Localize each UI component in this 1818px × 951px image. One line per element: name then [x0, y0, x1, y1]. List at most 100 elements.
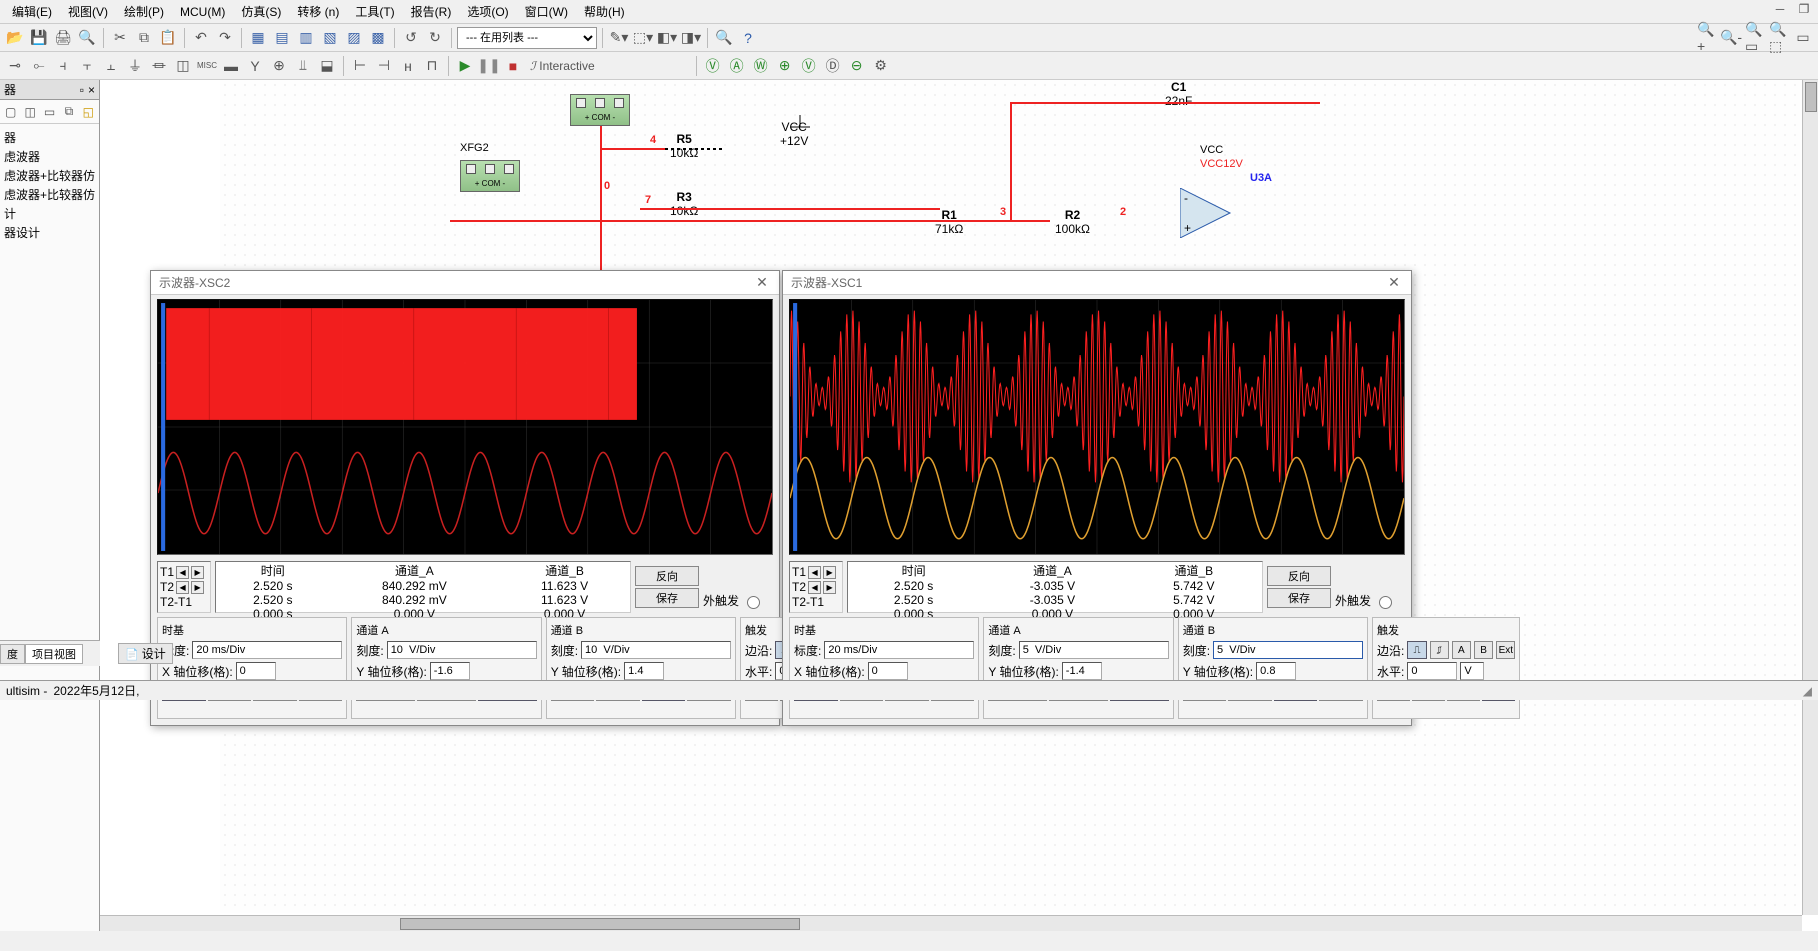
fullscreen-icon[interactable]: ▭: [1792, 27, 1814, 49]
comp12-icon[interactable]: ⊕: [268, 55, 290, 77]
probe-d-icon[interactable]: Ⓓ: [822, 55, 844, 77]
probe-ref-icon[interactable]: ⊖: [846, 55, 868, 77]
tree-btn5-icon[interactable]: ◱: [80, 103, 97, 121]
instrument-xfg2[interactable]: + COM -: [460, 160, 520, 192]
grid2-icon[interactable]: ▤: [271, 27, 293, 49]
panel-close-icon[interactable]: ×: [88, 83, 95, 97]
bus2-icon[interactable]: ⊣: [373, 55, 395, 77]
scope1-cha-scale[interactable]: [1019, 641, 1169, 659]
bus4-icon[interactable]: ⊓: [421, 55, 443, 77]
in-use-list-combo[interactable]: --- 在用列表 ---: [457, 27, 597, 49]
tab-design[interactable]: 📄 设计: [118, 643, 173, 664]
rotate-right-icon[interactable]: ↻: [424, 27, 446, 49]
scope2-chb-ypos[interactable]: [624, 662, 664, 680]
probe3-icon[interactable]: ◧▾: [656, 27, 678, 49]
pause-icon[interactable]: ❚❚: [478, 55, 500, 77]
scope1-ext-radio[interactable]: [1379, 596, 1392, 609]
scope2-save-button[interactable]: 保存: [635, 588, 699, 608]
comp3-icon[interactable]: ⫞: [52, 55, 74, 77]
scope1-save-button[interactable]: 保存: [1267, 588, 1331, 608]
undo-icon[interactable]: ↶: [190, 27, 212, 49]
design-tree[interactable]: 器 虑波器 虑波器+比较器仿真 虑波器+比较器仿 计 器设计: [0, 124, 99, 246]
restore-icon[interactable]: ❐: [1794, 0, 1814, 18]
tree-item[interactable]: 计: [4, 204, 95, 223]
oscilloscope-xsc2-window[interactable]: 示波器-XSC2 ✕ T1◀▶ T2◀▶ T2-T1 时间: [150, 270, 780, 726]
scope2-close-icon[interactable]: ✕: [753, 274, 771, 292]
menu-window[interactable]: 窗口(W): [517, 1, 576, 22]
t2-left-icon[interactable]: ◀: [808, 581, 821, 594]
scope2-cha-ypos[interactable]: [430, 662, 470, 680]
panel-undock-icon[interactable]: ▫: [80, 83, 84, 97]
scope1-edge-fall-icon[interactable]: ⎎: [1430, 641, 1449, 659]
comp6-icon[interactable]: ⏚: [124, 55, 146, 77]
menu-simulate[interactable]: 仿真(S): [233, 1, 289, 22]
cut-icon[interactable]: ✂: [109, 27, 131, 49]
tree-item[interactable]: 虑波器+比较器仿: [4, 185, 95, 204]
probe-a-icon[interactable]: Ⓐ: [726, 55, 748, 77]
comp5-icon[interactable]: ⫠: [100, 55, 122, 77]
probe1-icon[interactable]: ✎▾: [608, 27, 630, 49]
menu-options[interactable]: 选项(O): [459, 1, 516, 22]
t2-right-icon[interactable]: ▶: [191, 581, 204, 594]
tree-item[interactable]: 虑波器: [4, 147, 95, 166]
stop-icon[interactable]: ■: [502, 55, 524, 77]
menu-place[interactable]: 绘制(P): [116, 1, 172, 22]
save-icon[interactable]: 💾: [28, 27, 50, 49]
status-resize-icon[interactable]: ◢: [1803, 684, 1812, 698]
scope2-timebase-scale[interactable]: [192, 641, 342, 659]
menu-help[interactable]: 帮助(H): [576, 1, 633, 22]
scope1-reverse-button[interactable]: 反向: [1267, 566, 1331, 586]
probe2-icon[interactable]: ⬚▾: [632, 27, 654, 49]
tree-btn4-icon[interactable]: ⧉: [60, 103, 77, 121]
scope1-timebase-scale[interactable]: [824, 641, 974, 659]
probe4-icon[interactable]: ◨▾: [680, 27, 702, 49]
rotate-left-icon[interactable]: ↺: [400, 27, 422, 49]
grid4-icon[interactable]: ▧: [319, 27, 341, 49]
comp1-icon[interactable]: ⊸: [4, 55, 26, 77]
bus3-icon[interactable]: н: [397, 55, 419, 77]
tree-btn3-icon[interactable]: ▭: [41, 103, 58, 121]
probe-v2-icon[interactable]: Ⓥ: [798, 55, 820, 77]
scope2-ext-radio[interactable]: [747, 596, 760, 609]
tree-btn1-icon[interactable]: ▢: [2, 103, 19, 121]
grid1-icon[interactable]: ▦: [247, 27, 269, 49]
zoom-area-icon[interactable]: 🔍▭: [1744, 27, 1766, 49]
t1-left-icon[interactable]: ◀: [176, 566, 189, 579]
scope1-trig-a[interactable]: A: [1452, 641, 1471, 659]
comp9-icon[interactable]: MISC: [196, 55, 218, 77]
scope1-close-icon[interactable]: ✕: [1385, 274, 1403, 292]
zoom-fit-icon[interactable]: 🔍: [713, 27, 735, 49]
scope1-chb-ypos[interactable]: [1256, 662, 1296, 680]
scope1-trig-level[interactable]: [1407, 662, 1457, 680]
scope2-screen[interactable]: [157, 299, 773, 555]
scope1-edge-rise-icon[interactable]: ⎍: [1407, 641, 1426, 659]
minimize-icon[interactable]: ─: [1770, 0, 1790, 18]
preview-icon[interactable]: 🔍: [76, 27, 98, 49]
copy-icon[interactable]: ⧉: [133, 27, 155, 49]
probe-w-icon[interactable]: Ⓦ: [750, 55, 772, 77]
t1-right-icon[interactable]: ▶: [191, 566, 204, 579]
t2-left-icon[interactable]: ◀: [176, 581, 189, 594]
t1-left-icon[interactable]: ◀: [808, 566, 821, 579]
tree-item[interactable]: 器设计: [4, 223, 95, 242]
scope2-cha-scale[interactable]: [387, 641, 537, 659]
scope1-trig-ext[interactable]: Ext: [1496, 641, 1515, 659]
comp10-icon[interactable]: ▬: [220, 55, 242, 77]
comp7-icon[interactable]: ⏛: [148, 55, 170, 77]
tab-project[interactable]: 项目视图: [25, 644, 83, 664]
instrument-top[interactable]: + COM -: [570, 94, 630, 126]
probe-v-icon[interactable]: Ⓥ: [702, 55, 724, 77]
scope2-timebase-xpos[interactable]: [236, 662, 276, 680]
grid3-icon[interactable]: ▥: [295, 27, 317, 49]
tree-item[interactable]: 虑波器+比较器仿真: [4, 166, 95, 185]
menu-transfer[interactable]: 转移 (n): [289, 1, 347, 22]
zoom-in-icon[interactable]: 🔍+: [1696, 27, 1718, 49]
bus1-icon[interactable]: ⊢: [349, 55, 371, 77]
canvas-scrollbar-horizontal[interactable]: [100, 915, 1802, 931]
zoom-sel-icon[interactable]: 🔍⬚: [1768, 27, 1790, 49]
zoom-out-icon[interactable]: 🔍-: [1720, 27, 1742, 49]
oscilloscope-xsc1-window[interactable]: 示波器-XSC1 ✕ T1◀▶ T2◀▶ T2-T1 时间通道_A通道_B 2.…: [782, 270, 1412, 726]
menu-mcu[interactable]: MCU(M): [172, 3, 233, 21]
grid6-icon[interactable]: ▩: [367, 27, 389, 49]
paste-icon[interactable]: 📋: [157, 27, 179, 49]
